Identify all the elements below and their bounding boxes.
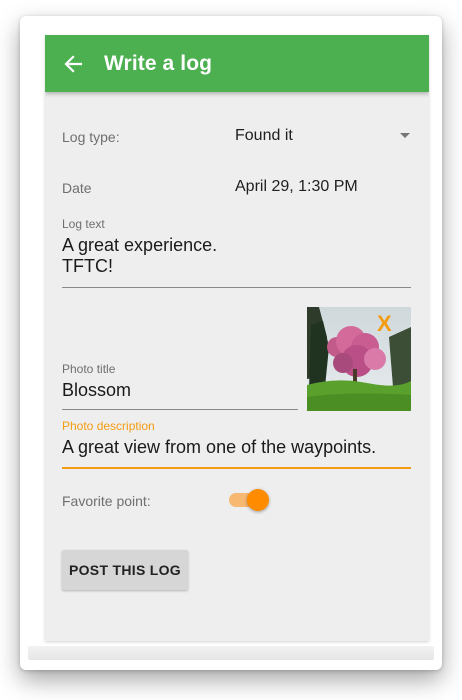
- device-bottom-edge: [28, 646, 434, 660]
- photo-description-input[interactable]: A great view from one of the waypoints.: [62, 437, 376, 458]
- favorite-point-label: Favorite point:: [62, 493, 151, 509]
- photo-title-input[interactable]: Blossom: [62, 380, 131, 401]
- date-value[interactable]: April 29, 1:30 PM: [235, 178, 358, 196]
- log-text-underline: [62, 287, 411, 288]
- log-text-line: TFTC!: [62, 256, 113, 276]
- app-screen: Write a log Log type: Found it Date Apri…: [45, 35, 429, 641]
- photo-title-underline: [62, 409, 298, 410]
- arrow-left-icon: [64, 54, 82, 73]
- photo-description-label: Photo description: [62, 419, 155, 433]
- log-text-label: Log text: [62, 217, 105, 231]
- date-label: Date: [62, 180, 92, 196]
- toggle-thumb: [247, 489, 269, 511]
- app-bar: Write a log: [45, 35, 429, 92]
- page-title: Write a log: [104, 51, 213, 75]
- blossom-photo: [307, 307, 411, 411]
- back-button[interactable]: [61, 52, 85, 76]
- log-text-line: A great experience.: [62, 235, 218, 255]
- photo-thumbnail[interactable]: X: [307, 307, 411, 411]
- remove-photo-button[interactable]: X: [377, 313, 392, 335]
- photo-title-label: Photo title: [62, 362, 116, 376]
- photo-description-underline: [62, 467, 411, 469]
- log-type-label: Log type:: [62, 129, 120, 145]
- post-log-button[interactable]: POST THIS LOG: [62, 550, 188, 590]
- chevron-down-icon[interactable]: [400, 133, 410, 138]
- log-text-input[interactable]: A great experience. TFTC!: [62, 235, 217, 277]
- favorite-point-toggle[interactable]: [229, 488, 269, 512]
- log-type-select[interactable]: Found it: [235, 127, 293, 145]
